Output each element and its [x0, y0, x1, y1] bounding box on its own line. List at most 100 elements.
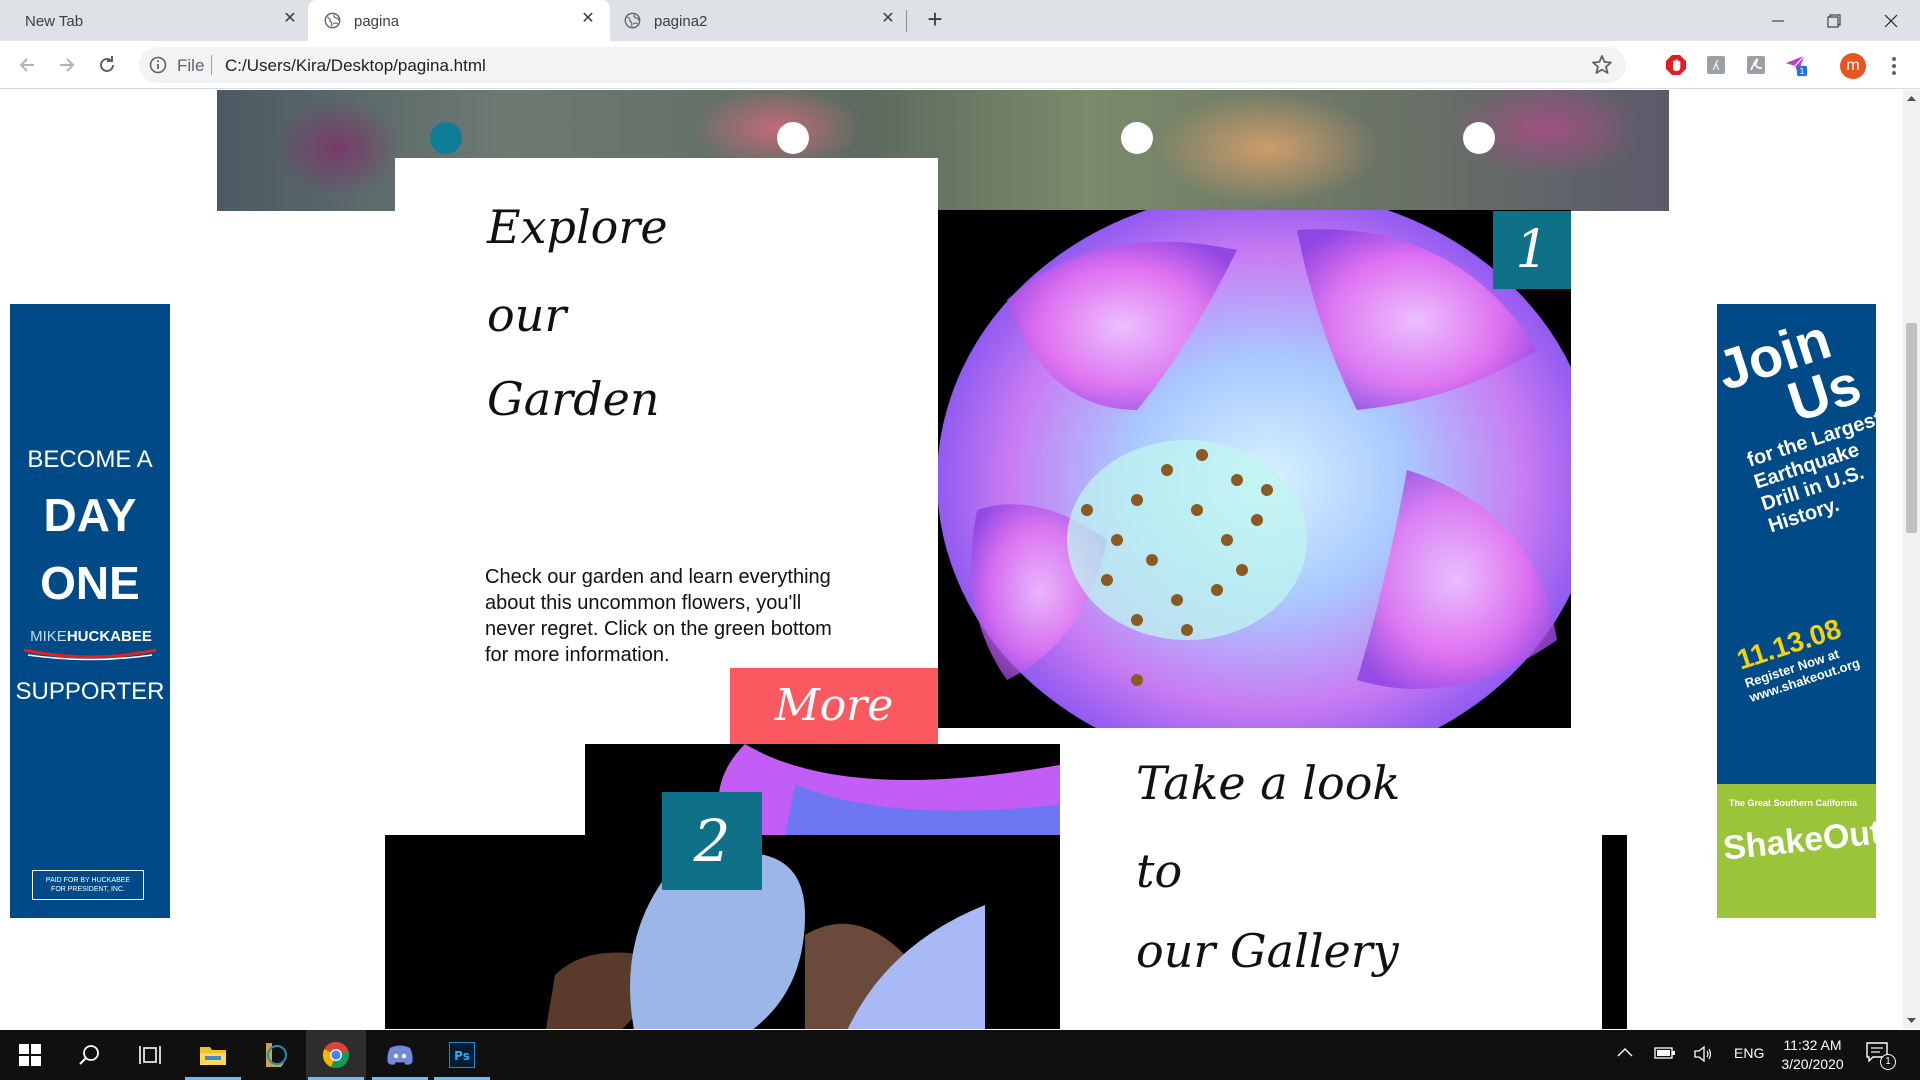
bookmark-star-icon[interactable]	[1590, 53, 1614, 77]
show-hidden-icons-icon[interactable]	[1617, 1047, 1633, 1059]
explore-title-line-2: our	[487, 288, 567, 342]
flower-illustration	[937, 210, 1571, 728]
ad-left-line-1: BECOME A	[27, 446, 153, 473]
clock-date: 3/20/2020	[1781, 1056, 1844, 1072]
browser-toolbar: File C:/Users/Kira/Desktop/pagina.html ʎ…	[0, 41, 1920, 89]
reload-button[interactable]	[91, 49, 123, 81]
close-icon[interactable]: ✕	[578, 9, 598, 29]
ad-left-line-4: SUPPORTER	[15, 678, 165, 705]
back-button[interactable]	[11, 49, 43, 81]
tab-separator	[906, 10, 907, 32]
url-separator	[211, 55, 212, 75]
tab-new-tab[interactable]: New Tab ✕	[0, 0, 306, 41]
page-scrollbar[interactable]	[1903, 90, 1920, 1029]
slider-dot-3[interactable]	[1121, 122, 1153, 154]
battery-icon[interactable]	[1654, 1045, 1676, 1061]
close-icon[interactable]: ✕	[878, 9, 898, 29]
action-center-button[interactable]: 1	[1866, 1042, 1896, 1070]
clock-time: 11:32 AM	[1783, 1037, 1842, 1053]
folder-icon	[200, 1047, 226, 1065]
restore-button[interactable]	[1805, 0, 1863, 41]
ad-left-brand-first: MIKE	[30, 628, 67, 645]
scroll-down-icon[interactable]	[1907, 1016, 1916, 1025]
chrome-button[interactable]	[306, 1030, 366, 1080]
flower-image-2-top	[585, 744, 1065, 836]
ad-left-swoosh	[23, 648, 157, 661]
explore-description: Check our garden and learn everything ab…	[485, 566, 832, 666]
svg-text:Ps: Ps	[454, 1049, 470, 1063]
explore-title-line-1: Explore	[487, 200, 668, 254]
search-button[interactable]	[60, 1030, 120, 1080]
ad-banner-right[interactable]: Join Us for the Largest Earthquake Drill…	[1717, 304, 1876, 918]
slider-dot-1[interactable]	[430, 122, 462, 154]
black-strip	[1603, 835, 1627, 1029]
profile-avatar[interactable]: m	[1840, 53, 1866, 79]
more-button[interactable]: More	[730, 668, 938, 744]
league-of-legends-button[interactable]	[245, 1030, 305, 1080]
number-badge-1: 1	[1493, 211, 1571, 289]
ad-right-event-big: ShakeOut	[1721, 813, 1876, 868]
tab-pagina2[interactable]: pagina2 ✕	[612, 0, 907, 41]
forward-button[interactable]	[51, 49, 83, 81]
page-viewport: 1 Explore our Garden Check our garden an…	[0, 90, 1903, 1029]
windows-taskbar: Ps ENG 11:32 AM 3/20/2020 1	[0, 1030, 1920, 1080]
url-text[interactable]: C:/Users/Kira/Desktop/pagina.html	[225, 56, 486, 76]
ad-banner-left[interactable]: BECOME A DAY ONE MIKEHUCKABEE SUPPORTER …	[10, 304, 170, 918]
clock[interactable]: 11:32 AM 3/20/2020	[1770, 1036, 1855, 1074]
notification-count: 1	[1880, 1054, 1896, 1070]
ad-right-footer: The Great Southern California ShakeOut	[1717, 784, 1876, 918]
photoshop-icon: Ps	[449, 1042, 475, 1068]
minimize-button[interactable]	[1749, 0, 1807, 41]
ad-right-date-block: 11.13.08 Register Now at www.shakeout.or…	[1733, 600, 1876, 705]
gallery-title-line-1: Take a look	[1136, 756, 1401, 810]
slider-dot-4[interactable]	[1463, 122, 1495, 154]
scrollbar-thumb[interactable]	[1906, 323, 1917, 533]
svg-text:ʎ: ʎ	[1712, 59, 1719, 73]
pdf-extension-icon[interactable]	[1744, 53, 1768, 77]
gallery-card: Take a look to our Gallery	[1060, 728, 1602, 1029]
close-icon[interactable]: ✕	[280, 9, 300, 29]
globe-icon	[624, 12, 641, 29]
task-view-button[interactable]	[120, 1030, 180, 1080]
explore-title-line-3: Garden	[487, 372, 660, 426]
league-icon	[266, 1043, 287, 1067]
new-tab-button[interactable]: +	[921, 6, 949, 34]
tab-label: pagina	[354, 13, 400, 30]
ad-left-brand: MIKEHUCKABEE	[18, 628, 164, 645]
windows-logo-icon	[19, 1044, 41, 1066]
discord-button[interactable]	[370, 1030, 430, 1080]
adblock-icon[interactable]	[1664, 53, 1688, 77]
tab-label: pagina2	[654, 13, 708, 30]
flower-image-1	[937, 210, 1571, 728]
close-window-icon	[1884, 14, 1898, 27]
ad-left-brand-last: HUCKABEE	[66, 628, 152, 645]
globe-icon	[324, 12, 341, 29]
tab-label: New Tab	[25, 13, 84, 30]
close-window-button[interactable]	[1862, 0, 1920, 41]
search-icon	[79, 1045, 99, 1065]
ad-right-headline: Join Us for the Largest Earthquake Drill…	[1717, 304, 1876, 538]
volume-icon[interactable]	[1693, 1045, 1713, 1063]
chrome-icon	[322, 1041, 349, 1068]
start-button[interactable]	[0, 1030, 60, 1080]
slider-dot-2[interactable]	[777, 122, 809, 154]
number-badge-2: 2	[662, 792, 762, 890]
discord-icon	[387, 1045, 413, 1065]
tab-pagina[interactable]: pagina ✕	[308, 0, 610, 41]
extension-icon[interactable]: ʎ	[1704, 53, 1728, 77]
restore-icon	[1827, 14, 1841, 27]
more-menu-icon[interactable]	[1884, 52, 1904, 80]
file-explorer-button[interactable]	[183, 1030, 243, 1080]
send-extension-icon[interactable]: 1	[1784, 53, 1808, 77]
ad-left-paid-by: PAID FOR BY HUCKABEE FOR PRESIDENT, INC.	[32, 870, 144, 900]
ad-left-line-2: DAY	[43, 489, 137, 541]
info-icon[interactable]	[149, 56, 167, 74]
language-indicator[interactable]: ENG	[1734, 1045, 1764, 1061]
gallery-title-line-2: to	[1136, 844, 1183, 898]
petal-illustration	[718, 744, 1065, 836]
photoshop-button[interactable]: Ps	[432, 1030, 492, 1080]
minimize-icon	[1772, 20, 1784, 21]
address-bar[interactable]: File C:/Users/Kira/Desktop/pagina.html	[139, 47, 1626, 83]
scroll-up-icon[interactable]	[1907, 94, 1916, 103]
gallery-title-line-3: our Gallery	[1136, 924, 1399, 978]
